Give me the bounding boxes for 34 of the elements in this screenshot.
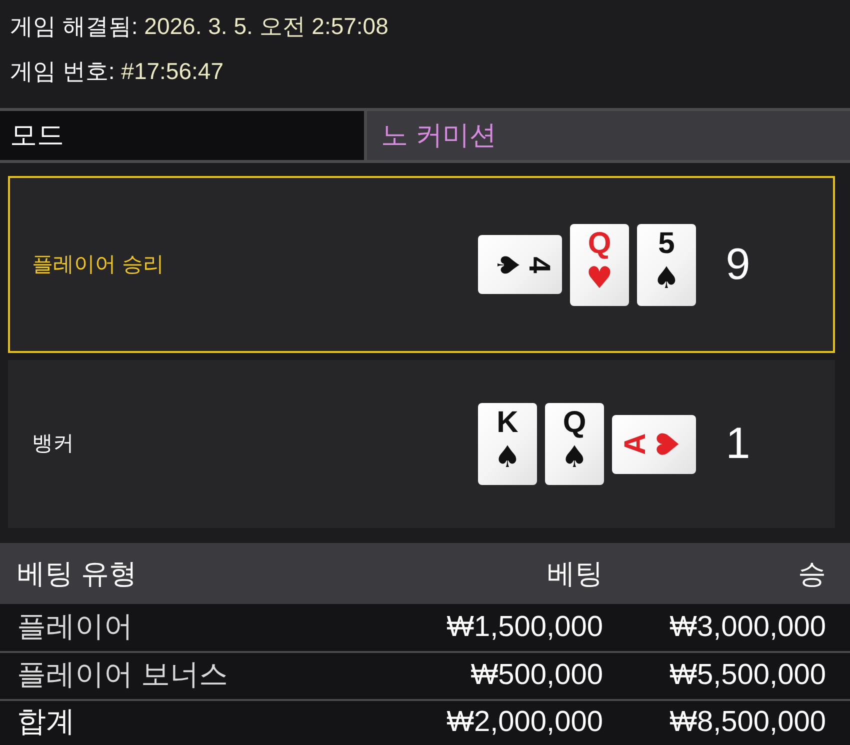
table-cell-text: ₩5,500,000	[668, 658, 826, 694]
card-rank: 4	[525, 256, 552, 273]
card-suit: ♥	[654, 430, 685, 458]
table-cell-text: ₩8,500,000	[668, 705, 826, 740]
hand-label: 플레이어 승리	[32, 252, 164, 278]
info-label: 게임 해결됨:	[10, 13, 138, 39]
info-value: 2026. 3. 5. 오전 2:57:08	[144, 13, 388, 39]
table-cell-text: 합계	[17, 705, 76, 740]
table-cell-text: ₩1,500,000	[446, 610, 603, 645]
card-suit: ♠	[653, 264, 680, 294]
mode-label: 모드	[0, 111, 364, 160]
mode-value: 노 커미션	[364, 111, 850, 160]
table-cell-text: ₩2,000,000	[446, 705, 603, 740]
card-suit: ♠	[492, 251, 522, 278]
column-header: 베팅 유형	[17, 556, 138, 590]
card-rank: Q	[588, 230, 612, 256]
table-cell-text: 플레이어	[17, 610, 134, 645]
card-rank: 5	[658, 230, 675, 256]
info-label: 게임 번호:	[10, 58, 115, 84]
card-suit: ♠	[561, 443, 588, 473]
table-cell-text: ₩500,000	[470, 658, 603, 694]
card-suit: ♠	[494, 443, 521, 473]
table-cell-text: 플레이어 보너스	[17, 658, 230, 694]
card-rank: A	[622, 433, 649, 455]
card-rank: Q	[562, 410, 586, 436]
hand-label: 뱅커	[32, 431, 74, 458]
hand-score: 9	[724, 242, 752, 286]
info-value: #17:56:47	[121, 58, 224, 84]
column-header: 승	[797, 556, 826, 590]
card-rank: K	[496, 410, 518, 436]
hand-score: 1	[724, 422, 752, 466]
card-suit: ♥	[586, 264, 613, 294]
table-cell-text: ₩3,000,000	[668, 610, 826, 645]
column-header: 베팅	[546, 556, 603, 590]
